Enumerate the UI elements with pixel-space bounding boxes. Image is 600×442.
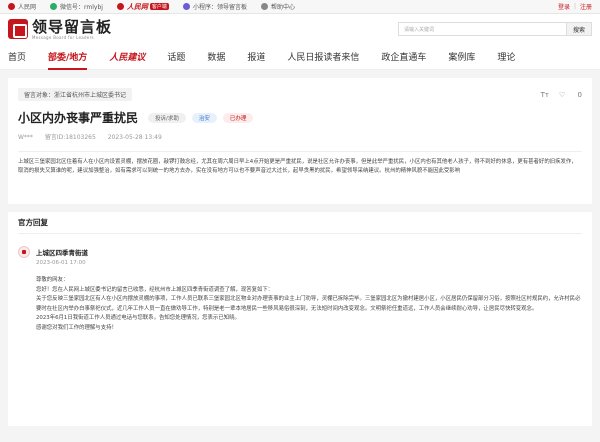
reply-paragraph: 关于您反映三堡家园北区有人在小区内摆放灵棚的事项，工作人员已联系三堡家园北区物业… [36,296,581,312]
app-icon [116,3,124,10]
responder: 上城区四季青街道 [18,246,582,258]
divider [18,151,582,152]
top-bar: 人民网 微信号：rmlybj 人民网 客户端 小程序：领导留言板 帮助中心 登录 … [0,0,600,14]
nav-topics[interactable]: 话题 [167,44,185,70]
separator: | [573,3,576,10]
miniprogram-icon [182,3,190,10]
nav-ministries[interactable]: 部委/地方 [48,44,88,70]
reply-paragraph: 尊敬的网友： [36,277,69,283]
reply-card: 官方回复 上城区四季青街道 2023-06-01 17:00 尊敬的网友： 您好… [8,212,592,426]
responder-name: 上城区四季青街道 [36,249,88,257]
message-card: 留言对象：浙江省杭州市上城区委书记 Tт ♡ 0 小区内办丧事严重扰民 投诉/求… [8,78,592,204]
header: 领导留言板 Message Board for Leaders 请输入关键词 搜… [0,14,600,44]
reply-section-title: 官方回复 [18,212,582,234]
topbar-item-people[interactable]: 人民网 [8,2,36,11]
message-object: 留言对象：浙江省杭州市上城区委书记 [18,88,133,101]
reply-paragraph: 您好！您在人民网上城区委书记的留言已收悉，经杭州市上城区四季青街道调查了解，现答… [36,286,274,293]
message-title: 小区内办丧事严重扰民 [18,111,139,125]
wechat-icon [50,3,58,10]
message-content: 上城区三堡家园北区住着有人在小区内设置灵棚，摆放花圈，敲锣打鼓念经，尤其在周六周… [18,159,577,174]
nav-suggestions[interactable]: 人民建议 [109,44,145,70]
message-time: 2023-05-28 13:49 [107,134,162,141]
reply-date: 2023-06-01 17:00 [36,260,86,266]
logo[interactable]: 领导留言板 Message Board for Leaders [8,19,112,40]
status-badge: 已办理 [222,112,254,123]
search-button[interactable]: 搜索 [566,22,592,36]
nav-enterprise[interactable]: 政企直通车 [381,44,426,70]
topbar-item-help[interactable]: 帮助中心 [260,2,295,11]
font-size-icon[interactable]: Tт [541,91,549,99]
topbar-item-app[interactable]: 人民网 客户端 [116,2,169,12]
topbar-item-wechat[interactable]: 微信号：rmlybj [50,2,103,11]
search: 请输入关键词 搜索 [398,22,592,36]
author: W*** [18,134,33,141]
help-icon [260,3,268,10]
topbar-item-miniprogram[interactable]: 小程序：领导留言板 [182,2,247,11]
tag-category[interactable]: 投诉/求助 [148,112,186,123]
main-nav: 首页 部委/地方 人民建议 话题 数据 报道 人民日报读者来信 政企直通车 案例… [0,44,600,70]
message-id: 留言ID:18103265 [44,134,96,141]
like-count: 0 [577,90,582,99]
nav-home[interactable]: 首页 [8,44,26,70]
reply-body: 尊敬的网友： 您好！您在人民网上城区委书记的留言已收悉，经杭州市上城区四季青街道… [36,276,582,333]
login-link[interactable]: 登录 [558,2,570,11]
nav-cases[interactable]: 案例库 [448,44,475,70]
logo-icon [8,19,28,39]
message-meta: W*** 留言ID:18103265 2023-05-28 13:49 [18,132,582,141]
nav-theory[interactable]: 理论 [497,44,515,70]
search-input[interactable]: 请输入关键词 [398,22,566,36]
department-icon [18,246,30,258]
nav-data[interactable]: 数据 [207,44,225,70]
tag-field[interactable]: 治安 [191,112,217,123]
register-link[interactable]: 注册 [580,2,592,11]
reply-paragraph: 2023年6月1日我街道工作人员通过电话与您联系，告知您处理情况，您表示已知晓。 [36,315,240,321]
logo-title: 领导留言板 [32,17,113,36]
logo-subtitle: Message Board for Leaders [32,34,94,40]
reply-paragraph: 感谢您对我们工作的理解与支持！ [36,324,117,331]
nav-letters[interactable]: 人民日报读者来信 [287,44,359,70]
people-icon [8,3,15,10]
nav-reports[interactable]: 报道 [247,44,265,70]
like-button[interactable]: ♡ 0 [559,91,582,99]
